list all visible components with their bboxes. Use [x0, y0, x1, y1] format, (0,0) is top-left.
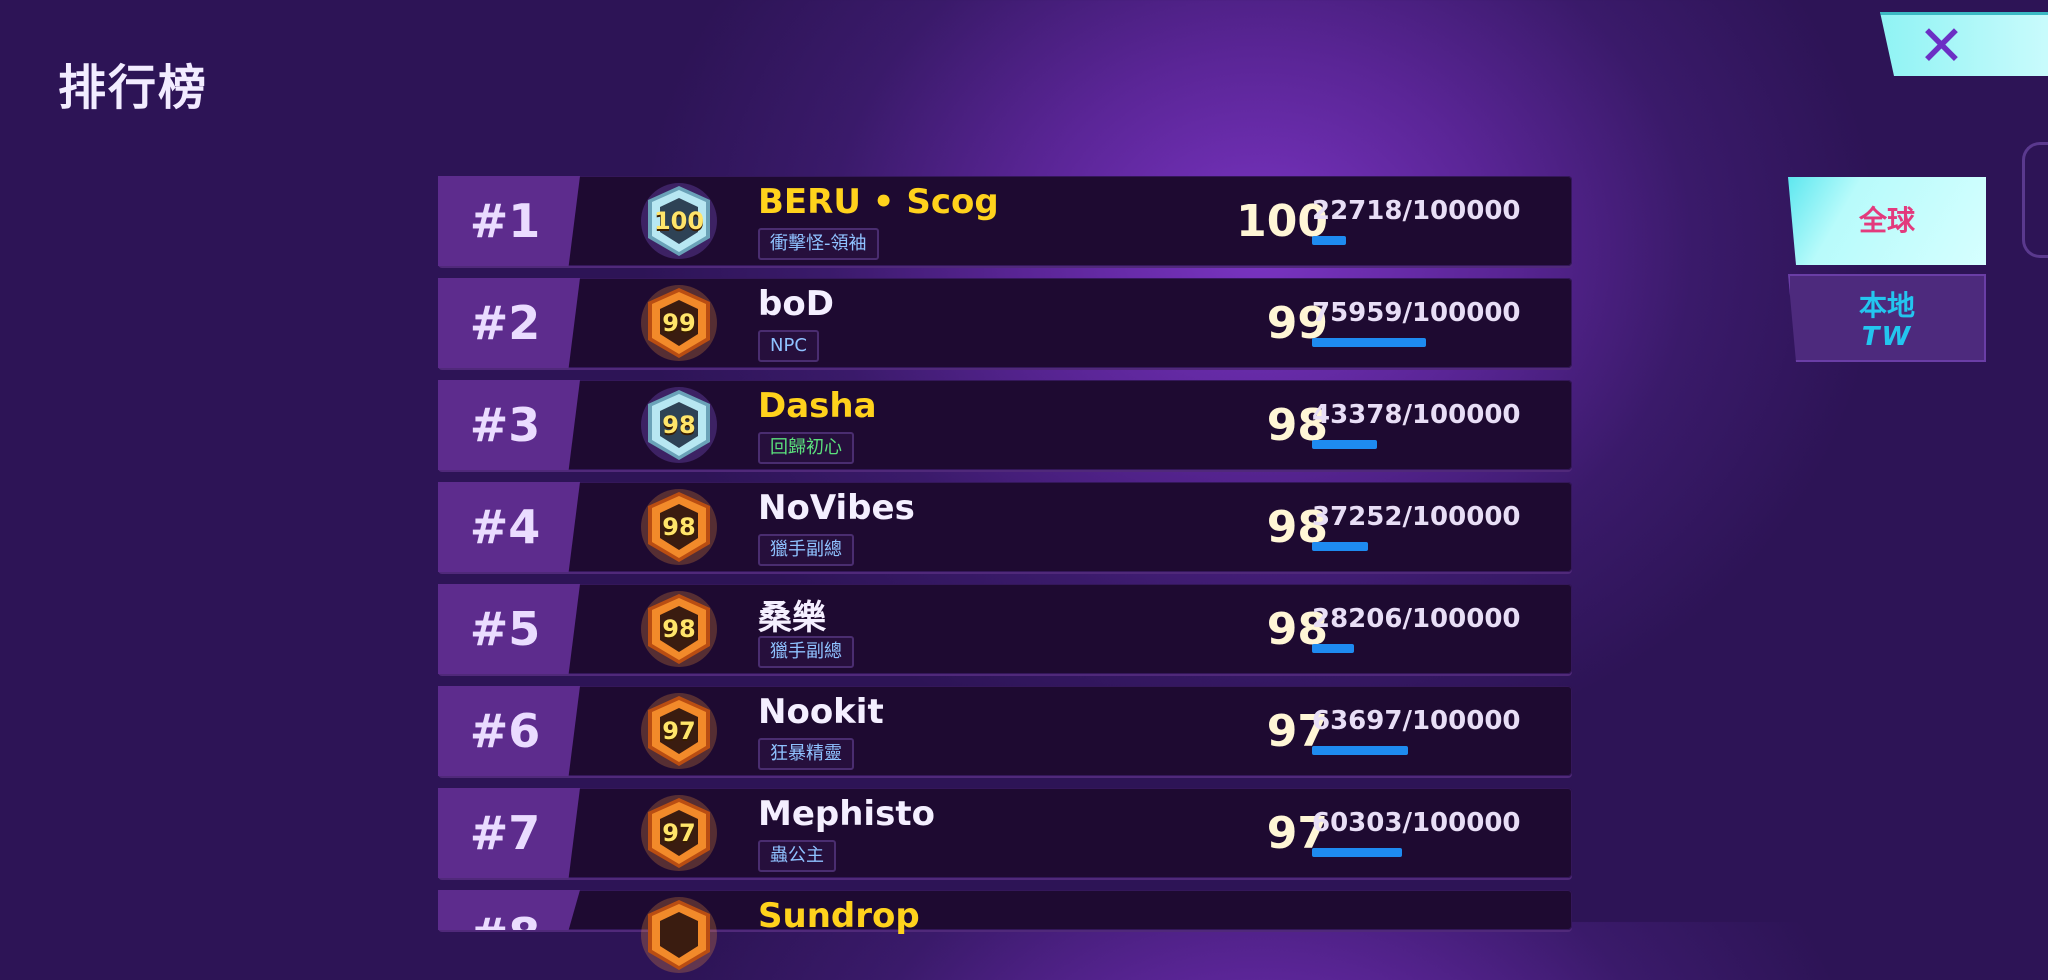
- player-title-tag: 狂暴精靈: [758, 738, 854, 770]
- tab-local[interactable]: 本地 TW: [1788, 274, 1986, 362]
- rank-label: #8: [438, 890, 580, 930]
- badge-level: 100: [653, 207, 705, 235]
- badge-level: [638, 894, 720, 976]
- xp-progress-bar: [1312, 848, 1462, 857]
- badge-level: 97: [662, 717, 696, 745]
- xp-progress-fill: [1312, 542, 1368, 551]
- player-level: 99: [1266, 298, 1328, 349]
- xp-progress-fill: [1312, 644, 1354, 653]
- rank-label: #2: [438, 278, 580, 368]
- badge-level: 98: [662, 513, 696, 541]
- player-title-tag: NPC: [758, 330, 819, 362]
- xp-text: 28206/100000: [1312, 604, 1521, 634]
- xp-progress-bar: [1312, 746, 1462, 755]
- xp-text: 43378/100000: [1312, 400, 1521, 430]
- xp-progress-fill: [1312, 338, 1426, 347]
- rank-label: #1: [438, 176, 580, 266]
- tab-local-label: 本地: [1858, 289, 1915, 322]
- xp-progress-bar: [1312, 236, 1462, 245]
- xp-text: 75959/100000: [1312, 298, 1521, 328]
- xp-progress-bar: [1312, 644, 1462, 653]
- player-title-tag: 蟲公主: [758, 840, 836, 872]
- close-button[interactable]: ✕: [1880, 12, 2048, 76]
- player-title-tag: 獵手副總: [758, 636, 854, 668]
- player-name[interactable]: boD: [758, 284, 834, 324]
- xp-progress-fill: [1312, 440, 1377, 449]
- tab-local-region: TW: [1861, 322, 1913, 352]
- level-badge-icon: 97: [638, 792, 720, 874]
- xp-progress-bar: [1312, 542, 1462, 551]
- player-name[interactable]: Nookit: [758, 692, 884, 732]
- player-name[interactable]: Dasha: [758, 386, 877, 426]
- side-panel-edge: [2022, 142, 2048, 258]
- xp-text: 22718/100000: [1312, 196, 1521, 226]
- badge-level: 99: [662, 309, 696, 337]
- page-title: 排行榜: [58, 60, 209, 116]
- level-badge-icon: 97: [638, 690, 720, 772]
- rank-label: #5: [438, 584, 580, 674]
- player-name[interactable]: BERU • Scog: [758, 182, 999, 222]
- player-level: 98: [1266, 604, 1328, 655]
- player-name[interactable]: Mephisto: [758, 794, 935, 834]
- level-badge-icon: [638, 894, 720, 976]
- leaderboard-row[interactable]: #4 98 NoVibes 獵手副總 98 37252/100000: [438, 482, 1572, 572]
- badge-level: 97: [662, 819, 696, 847]
- player-level: 97: [1266, 706, 1328, 757]
- xp-text: 37252/100000: [1312, 502, 1521, 532]
- player-name[interactable]: Sundrop: [758, 896, 920, 936]
- badge-level: 98: [662, 615, 696, 643]
- player-title-tag: 回歸初心: [758, 432, 854, 464]
- level-badge-icon: 98: [638, 486, 720, 568]
- badge-level: 98: [662, 411, 696, 439]
- rank-label: #6: [438, 686, 580, 776]
- level-badge-icon: 100: [638, 180, 720, 262]
- player-level: 98: [1266, 502, 1328, 553]
- player-level: 100: [1236, 196, 1328, 247]
- level-badge-icon: 98: [638, 384, 720, 466]
- tab-global[interactable]: 全球: [1788, 177, 1986, 265]
- leaderboard-row[interactable]: #8 Sundrop: [438, 890, 1572, 973]
- tab-global-label: 全球: [1858, 204, 1915, 237]
- leaderboard-row[interactable]: #2 99 boD NPC 99 75959/100000: [438, 278, 1572, 368]
- leaderboard-row[interactable]: #3 98 Dasha 回歸初心 98 43378/100000: [438, 380, 1572, 470]
- xp-progress-fill: [1312, 746, 1408, 755]
- close-icon: ✕: [1918, 14, 1965, 79]
- player-name[interactable]: 桑樂: [758, 590, 826, 639]
- player-level: 98: [1266, 400, 1328, 451]
- rank-label: #4: [438, 482, 580, 572]
- player-title-tag: 獵手副總: [758, 534, 854, 566]
- leaderboard-row[interactable]: #5 98 桑樂 獵手副總 98 28206/100000: [438, 584, 1572, 674]
- rank-label: #3: [438, 380, 580, 470]
- rank-label: #7: [438, 788, 580, 878]
- leaderboard-row[interactable]: #1 100 BERU • Scog 衝擊怪-領袖 100 22718/100000: [438, 176, 1572, 266]
- leaderboard-row[interactable]: #6 97 Nookit 狂暴精靈 97 63697/100000: [438, 686, 1572, 776]
- player-level: 97: [1266, 808, 1328, 859]
- xp-progress-fill: [1312, 848, 1402, 857]
- level-badge-icon: 99: [638, 282, 720, 364]
- xp-progress-bar: [1312, 338, 1462, 347]
- xp-progress-bar: [1312, 440, 1462, 449]
- xp-text: 63697/100000: [1312, 706, 1521, 736]
- xp-text: 60303/100000: [1312, 808, 1521, 838]
- level-badge-icon: 98: [638, 588, 720, 670]
- leaderboard-row[interactable]: #7 97 Mephisto 蟲公主 97 60303/100000: [438, 788, 1572, 878]
- player-name[interactable]: NoVibes: [758, 488, 915, 528]
- xp-progress-fill: [1312, 236, 1346, 245]
- player-title-tag: 衝擊怪-領袖: [758, 228, 879, 260]
